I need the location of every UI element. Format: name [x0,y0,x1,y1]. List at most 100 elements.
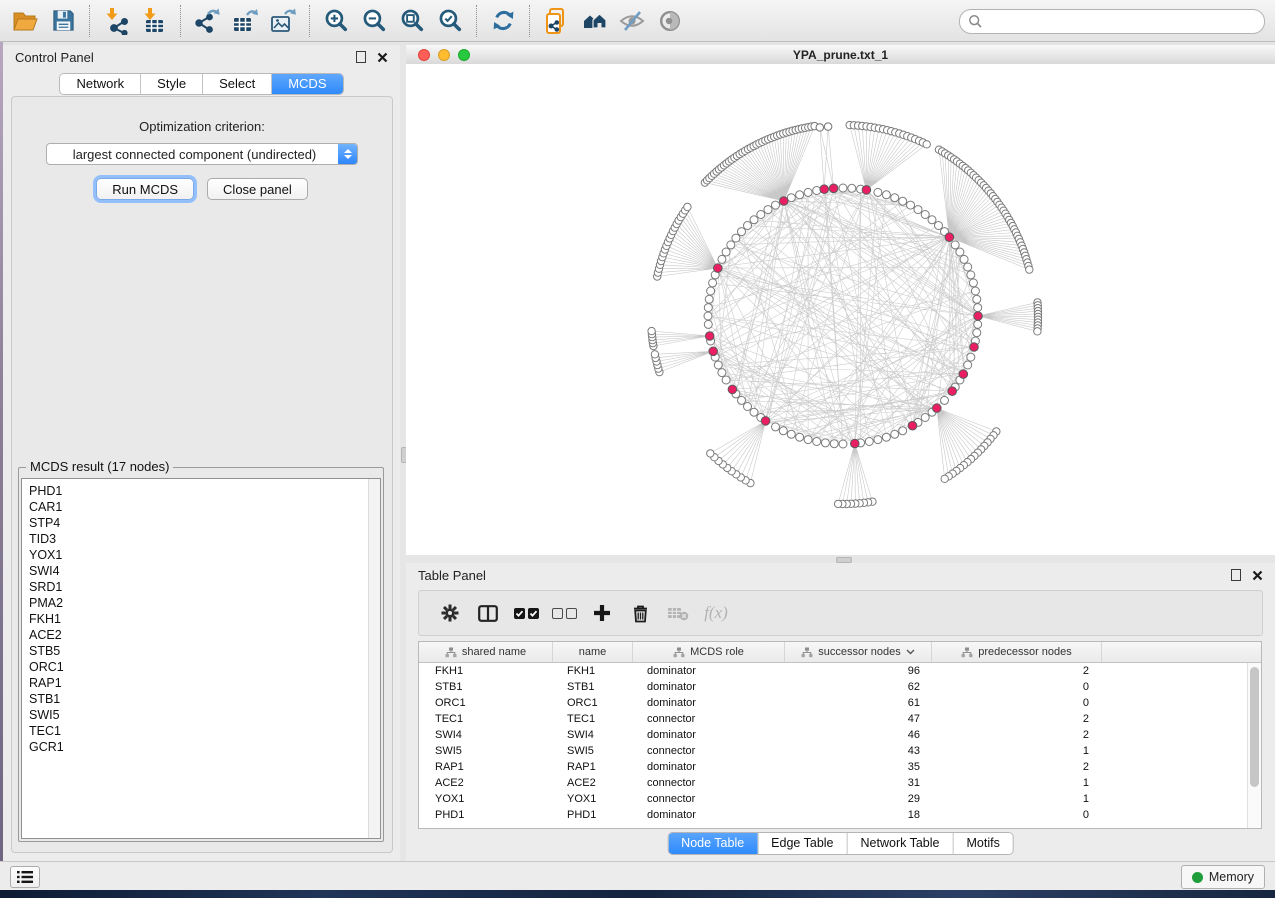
tab-edge-table[interactable]: Edge Table [757,833,846,854]
mcds-result-item[interactable]: YOX1 [29,547,380,563]
zoom-in-icon [323,7,350,34]
function-builder-button[interactable]: f(x) [697,595,735,631]
mcds-result-item[interactable]: TEC1 [29,723,380,739]
table-row[interactable]: TEC1TEC1connector472 [419,711,1261,727]
export-table-button[interactable] [226,4,264,38]
table-cell: SWI5 [419,743,553,759]
import-table-button[interactable] [135,4,173,38]
export-image-button[interactable] [264,4,302,38]
table-cell-filler [1102,743,1261,759]
table-cell: dominator [633,695,785,711]
export-network-button[interactable] [188,4,226,38]
refresh-view-button[interactable] [484,4,522,38]
table-row[interactable]: ACE2ACE2connector311 [419,775,1261,791]
table-cell: 43 [785,743,932,759]
table-row[interactable]: YOX1YOX1connector291 [419,791,1261,807]
memory-button[interactable]: Memory [1181,865,1265,889]
desktop-bottom-strip [0,890,1275,898]
new-network-from-selection-button[interactable] [537,4,575,38]
delete-table-button[interactable] [659,595,697,631]
mcds-result-item[interactable]: ACE2 [29,627,380,643]
table-scrollbar-thumb[interactable] [1250,667,1259,787]
table-cell: YOX1 [419,791,553,807]
mcds-result-item[interactable]: TID3 [29,531,380,547]
tab-mcds[interactable]: MCDS [271,74,342,94]
mcds-result-item[interactable]: FKH1 [29,611,380,627]
tab-node-table[interactable]: Node Table [668,833,757,854]
table-cell: STB1 [419,679,553,695]
table-cell: ORC1 [419,695,553,711]
hide-graphics-details-button[interactable] [613,4,651,38]
zoom-out-button[interactable] [355,4,393,38]
tab-network[interactable]: Network [60,74,140,94]
mcds-result-item[interactable]: SWI5 [29,707,380,723]
zoom-fit-button[interactable] [393,4,431,38]
table-scrollbar[interactable] [1247,663,1261,828]
mcds-result-item[interactable]: RAP1 [29,675,380,691]
table-row[interactable]: PHD1PHD1dominator180 [419,807,1261,823]
column-header-MCDS-role[interactable]: MCDS role [633,642,785,662]
houses-button[interactable] [575,4,613,38]
mcds-result-item[interactable]: SRD1 [29,579,380,595]
table-row[interactable]: RAP1RAP1dominator352 [419,759,1261,775]
table-cell-filler [1102,775,1261,791]
table-row[interactable]: ORC1ORC1dominator610 [419,695,1261,711]
mcds-result-item[interactable]: PMA2 [29,595,380,611]
delete-column-button[interactable] [621,595,659,631]
zoom-in-button[interactable] [317,4,355,38]
network-window: YPA_prune.txt_1 [406,45,1275,563]
table-row[interactable]: STB1STB1dominator620 [419,679,1261,695]
zoom-selected-button[interactable] [431,4,469,38]
new-network-document-icon [542,7,570,35]
close-panel-icon[interactable] [1252,570,1263,581]
mcds-result-item[interactable]: SWI4 [29,563,380,579]
mcds-result-item[interactable]: GCR1 [29,739,380,755]
mcds-result-item[interactable]: STB1 [29,691,380,707]
close-panel-icon[interactable] [377,52,388,63]
mcds-result-item[interactable]: PHD1 [29,483,380,499]
save-session-button[interactable] [44,4,82,38]
column-header-successor-nodes[interactable]: successor nodes [785,642,932,662]
mcds-result-item[interactable]: STP4 [29,515,380,531]
sort-desc-icon [906,649,915,655]
table-row[interactable]: SWI4SWI4dominator462 [419,727,1261,743]
mcds-result-item[interactable]: ORC1 [29,659,380,675]
mcds-result-item[interactable]: CAR1 [29,499,380,515]
network-graph[interactable] [406,64,1275,555]
mcds-list-scrollbar[interactable] [368,479,380,838]
close-panel-button[interactable]: Close panel [207,178,308,200]
horizontal-splitter[interactable] [406,555,1275,563]
column-label: shared name [462,646,526,658]
run-mcds-button[interactable]: Run MCDS [96,178,194,200]
table-settings-button[interactable] [431,595,469,631]
memory-label: Memory [1209,870,1254,884]
table-row[interactable]: SWI5SWI5connector431 [419,743,1261,759]
mcds-result-list: PHD1CAR1STP4TID3YOX1SWI4SRD1PMA2FKH1ACE2… [22,479,380,755]
optimization-criterion-select[interactable]: largest connected component (undirected) [46,143,358,165]
search-box [959,9,1265,34]
mcds-result-item[interactable]: STB5 [29,643,380,659]
table-cell: dominator [633,663,785,679]
table-cell: 61 [785,695,932,711]
table-row[interactable]: FKH1FKH1dominator962 [419,663,1261,679]
open-session-button[interactable] [6,4,44,38]
tab-network-table[interactable]: Network Table [847,833,953,854]
column-header-predecessor-nodes[interactable]: predecessor nodes [932,642,1102,662]
column-label: name [579,646,607,658]
column-header-shared-name[interactable]: shared name [419,642,553,662]
tab-style[interactable]: Style [140,74,202,94]
tab-select[interactable]: Select [202,74,271,94]
task-history-button[interactable] [10,866,40,888]
column-header-name[interactable]: name [553,642,633,662]
table-cell: 62 [785,679,932,695]
select-all-rows-button[interactable] [507,595,545,631]
add-column-button[interactable] [583,595,621,631]
float-panel-icon[interactable] [1231,569,1241,581]
import-network-button[interactable] [97,4,135,38]
float-panel-icon[interactable] [356,51,366,63]
show-column-panel-button[interactable] [469,595,507,631]
search-input[interactable] [983,12,1264,32]
tab-motifs[interactable]: Motifs [952,833,1012,854]
show-graphics-details-button[interactable] [651,4,689,38]
deselect-all-rows-button[interactable] [545,595,583,631]
